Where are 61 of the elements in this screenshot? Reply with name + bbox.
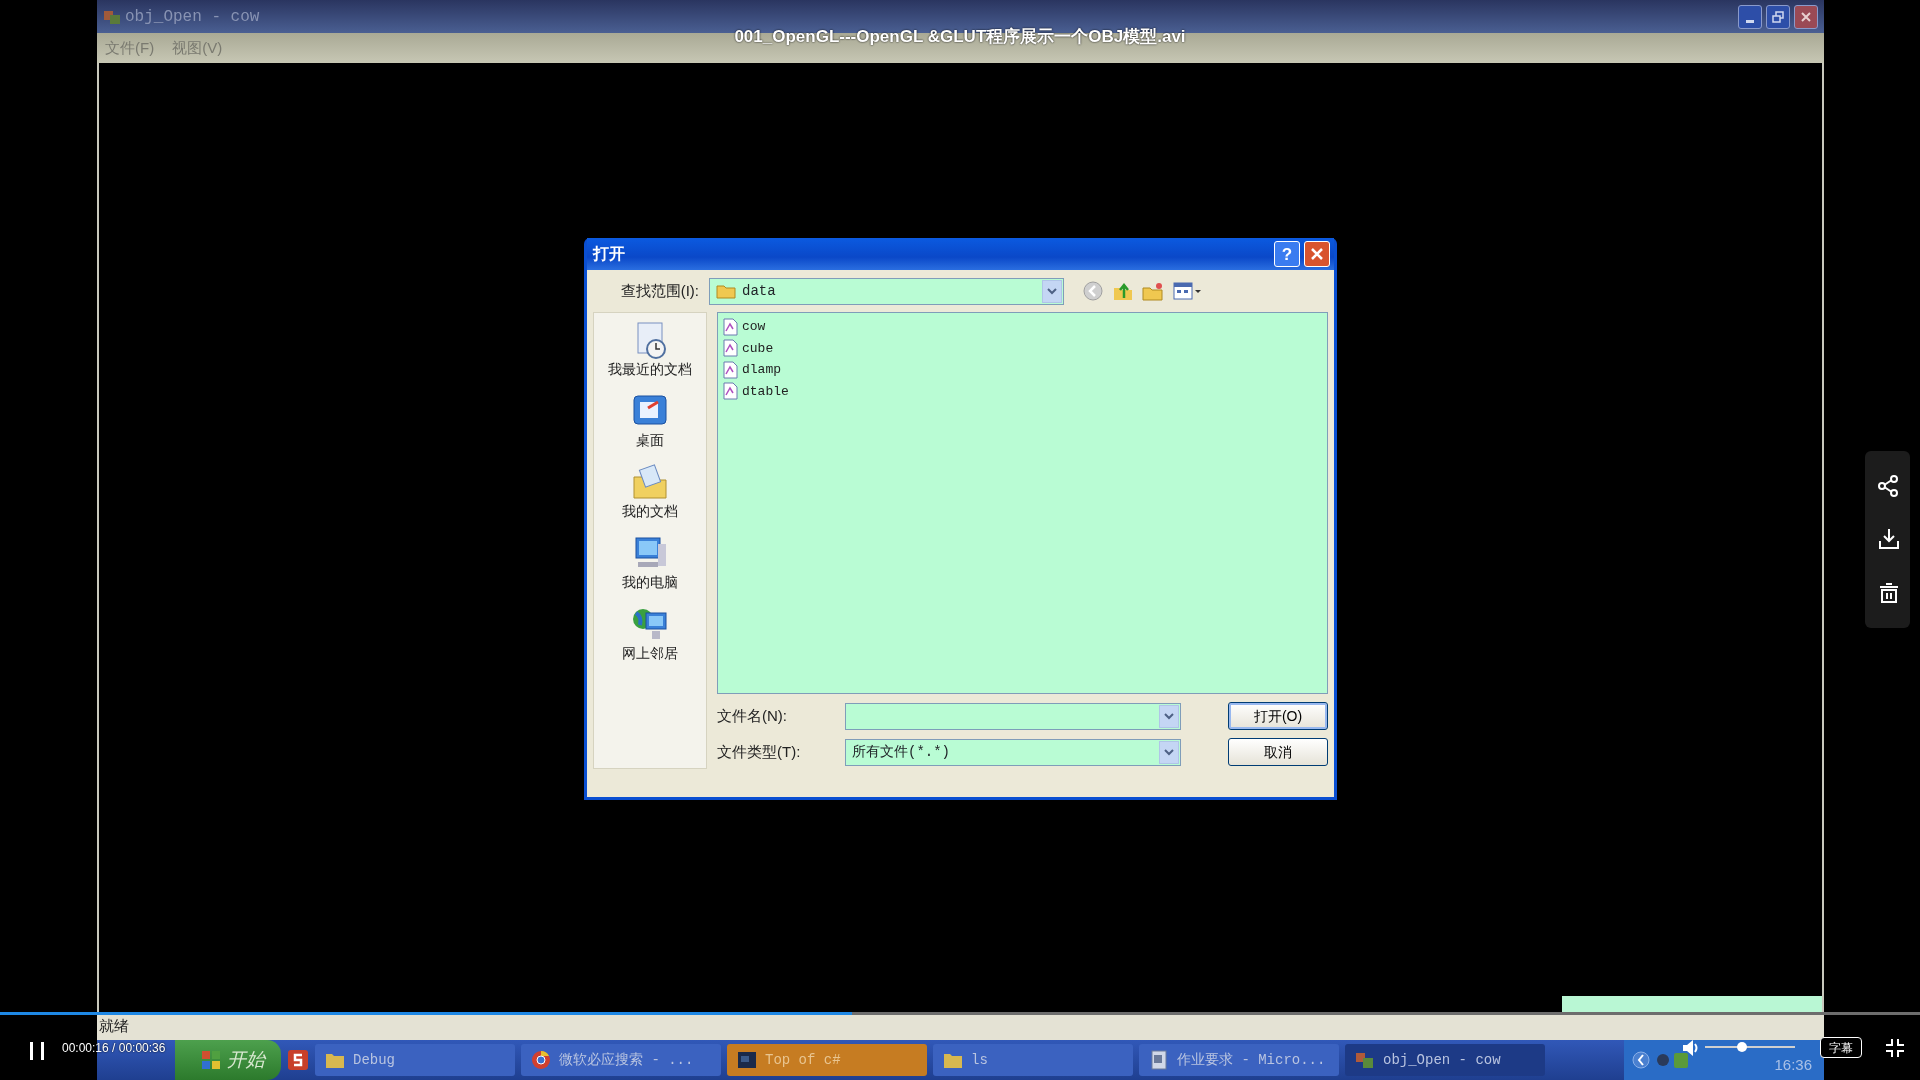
dropdown-button[interactable] [1159, 740, 1179, 764]
places-item[interactable]: 我最近的文档 [608, 321, 692, 380]
document-icon [1149, 1050, 1169, 1070]
file-name-label: 文件名(N): [717, 705, 788, 726]
file-icon [722, 317, 738, 336]
file-icon [722, 360, 738, 379]
help-button[interactable]: ? [1274, 241, 1300, 267]
open-button[interactable]: 打开(O) [1228, 702, 1328, 730]
close-button[interactable] [1794, 4, 1818, 29]
subtitle-button[interactable]: 字幕 [1820, 1037, 1862, 1058]
file-type-label: 文件类型(T): [717, 741, 802, 762]
browser-icon [531, 1050, 551, 1070]
chevron-icon [1047, 287, 1057, 295]
status-text: 就绪 [99, 1015, 129, 1036]
cancel-button[interactable]: 取消 [1228, 738, 1328, 766]
file-item[interactable]: dlamp [722, 360, 1323, 380]
file-icon [722, 339, 738, 358]
file-item[interactable]: cow [722, 317, 1323, 337]
chevron-icon [1164, 712, 1174, 720]
view-menu-icon[interactable] [1172, 280, 1202, 302]
exit-fullscreen-icon[interactable] [1885, 1038, 1905, 1058]
minimize-button[interactable] [1738, 4, 1762, 29]
file-item[interactable]: dtable [722, 381, 1323, 401]
clock: 16:36 [1774, 1054, 1812, 1075]
look-in-value: data [742, 281, 776, 301]
video-title: 001_OpenGL---OpenGL &GLUT程序展示一个OBJ模型.avi [734, 26, 1186, 48]
places-item[interactable]: 我的电脑 [622, 534, 678, 593]
taskbar-item[interactable]: obj_Open - cow [1345, 1044, 1545, 1076]
places-item[interactable]: 网上邻居 [622, 605, 678, 664]
file-type-dropdown[interactable]: 所有文件(*.*) [845, 738, 1181, 766]
dropdown-button[interactable] [1042, 279, 1062, 303]
file-item[interactable]: cube [722, 338, 1323, 358]
file-type-value: 所有文件(*.*) [852, 742, 950, 762]
restore-icon [1772, 10, 1784, 23]
file-name-field[interactable] [845, 702, 1181, 730]
app-icon [737, 1050, 757, 1070]
windows-flag-icon [201, 1050, 221, 1070]
volume-thumb[interactable] [1736, 1042, 1747, 1052]
minimize-icon [1746, 19, 1754, 23]
places-item[interactable]: 桌面 [630, 392, 670, 451]
dropdown-button[interactable] [1159, 704, 1179, 728]
quick-launch-icon[interactable] [287, 1049, 309, 1071]
chevron-icon[interactable] [1632, 1049, 1650, 1071]
look-in-dropdown[interactable]: data [709, 277, 1064, 305]
new-folder-icon[interactable] [1142, 280, 1164, 302]
share-icon [1876, 473, 1899, 498]
places-item[interactable]: 我的文档 [622, 463, 678, 522]
share-button[interactable] [1875, 473, 1900, 498]
close-icon [1310, 247, 1324, 261]
look-in-label: 查找范围(I): [619, 280, 699, 301]
window-title: obj_Open - cow [125, 6, 260, 28]
dialog-title: 打开 [593, 244, 625, 264]
chevron-icon [1164, 748, 1174, 756]
close-icon [1800, 10, 1812, 23]
app-icon [1355, 1050, 1375, 1070]
download-icon [1876, 527, 1899, 552]
file-icon [722, 382, 738, 401]
folder-icon [716, 283, 736, 299]
restore-button[interactable] [1766, 4, 1790, 29]
tray-icons-drawing[interactable] [1656, 1050, 1690, 1070]
folder-icon [630, 463, 670, 501]
